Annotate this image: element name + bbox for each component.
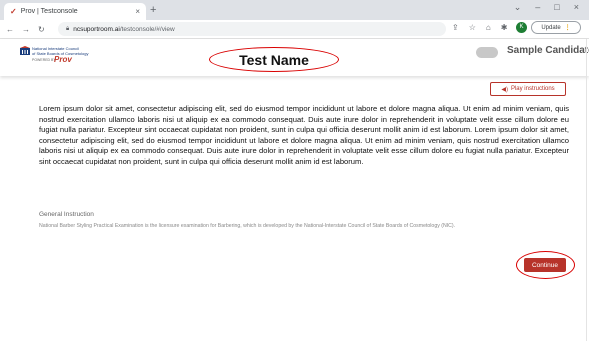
new-tab-button[interactable]: +: [150, 3, 156, 17]
menu-dots-icon: ⋮: [564, 25, 571, 31]
volume-icon: ◀): [501, 86, 508, 93]
lock-icon: 🔒︎: [66, 25, 70, 32]
star-icon[interactable]: ☆: [469, 23, 476, 32]
share-icon[interactable]: ⇪: [452, 23, 459, 32]
tab-search-icon[interactable]: ⌄: [514, 2, 522, 13]
address-bar[interactable]: 🔒︎ ncsuportroom.ai /testconsole/#/view: [58, 22, 446, 36]
tab-title: Prov | Testconsole: [20, 8, 78, 15]
tab-close-icon[interactable]: ×: [135, 7, 140, 16]
url-path: /testconsole/#/view: [119, 25, 175, 33]
candidate-name: Sample Candidate: [507, 45, 589, 56]
nic-logo: National Interstate Council of State Boa…: [20, 46, 88, 68]
window-controls: ⌄ – □ ×: [514, 2, 579, 13]
close-window-button[interactable]: ×: [574, 2, 579, 13]
forward-icon[interactable]: →: [22, 25, 30, 34]
candidate-avatar: [476, 47, 498, 58]
toolbar-icons: ⇪ ☆ ⌂ ✱ ▣: [452, 23, 525, 32]
play-instructions-label: Play instructions: [510, 86, 555, 92]
reload-icon[interactable]: ↻: [38, 25, 45, 34]
logo-powered-by: POWERED BY: [32, 58, 56, 62]
logo-mark-icon: [20, 46, 30, 55]
general-instruction-title: General Instruction: [39, 211, 94, 218]
extensions-icon[interactable]: ⌂: [486, 23, 491, 32]
minimize-button[interactable]: –: [535, 2, 540, 13]
update-button[interactable]: Update ⋮: [531, 21, 581, 34]
url-host: ncsuportroom.ai: [73, 25, 120, 33]
continue-button[interactable]: Continue: [524, 258, 566, 272]
play-instructions-button[interactable]: ◀) Play instructions: [490, 82, 566, 96]
favicon-check-icon: ✓: [10, 7, 17, 16]
prov-logo-text: Prov: [54, 55, 72, 64]
update-label: Update: [541, 24, 561, 31]
instruction-body-text: Lorem ipsum dolor sit amet, consectetur …: [39, 104, 569, 166]
test-name-title: Test Name: [209, 47, 339, 72]
puzzle-icon[interactable]: ✱: [501, 23, 508, 32]
general-instruction-text: National Barber Styling Practical Examin…: [39, 223, 456, 229]
profile-avatar[interactable]: K: [516, 22, 527, 33]
back-icon[interactable]: ←: [6, 25, 14, 34]
maximize-button[interactable]: □: [554, 2, 559, 13]
browser-tab-bar: ✓ Prov | Testconsole × + ⌄ – □ ×: [0, 0, 589, 20]
browser-tab[interactable]: ✓ Prov | Testconsole ×: [4, 3, 146, 20]
right-edge-divider: [586, 39, 587, 341]
